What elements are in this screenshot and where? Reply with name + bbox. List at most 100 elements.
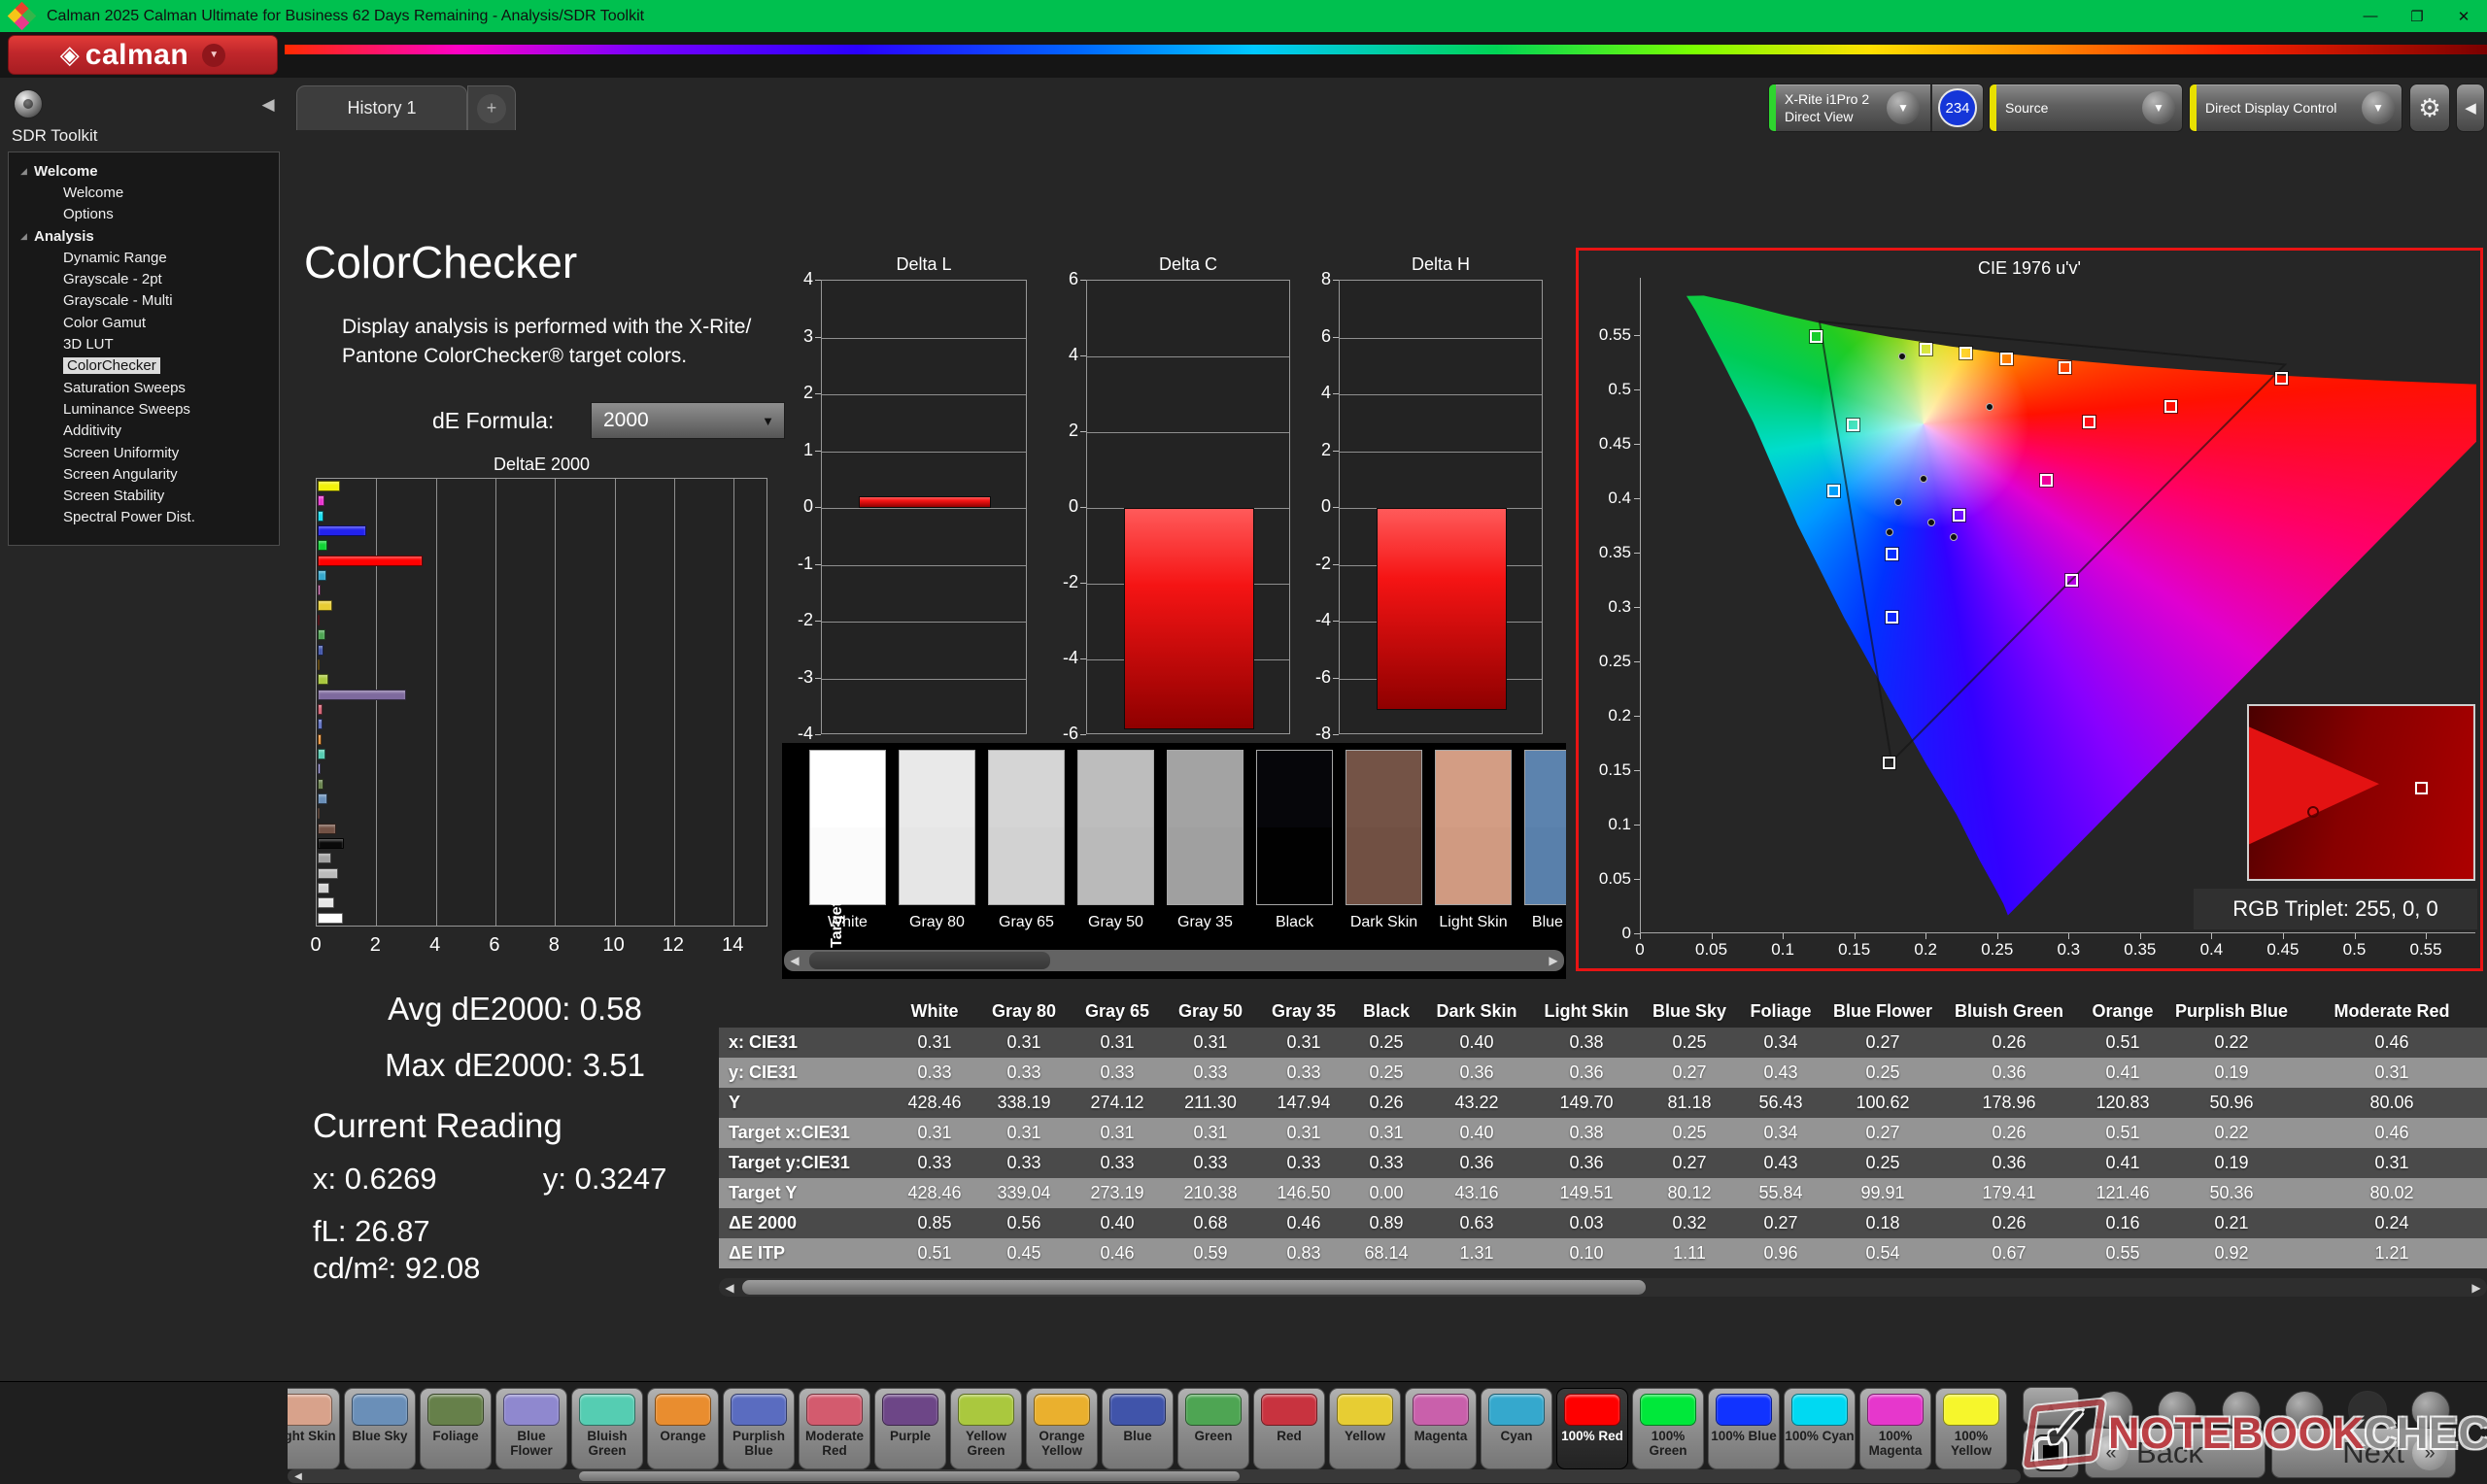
- gridline: [376, 479, 378, 926]
- patch-button-100-red[interactable]: 100% Red: [1556, 1388, 1628, 1469]
- tick-mark: [1634, 933, 1640, 934]
- meter-count-badge[interactable]: 234: [1938, 88, 1977, 127]
- gridline: [822, 337, 1026, 339]
- sidebar-item-colorchecker[interactable]: ColorChecker: [9, 355, 279, 377]
- back-button[interactable]: « Back: [2085, 1428, 2266, 1478]
- cie-x-tick-label: 0.05: [1695, 940, 1728, 959]
- patch-button-blue-sky[interactable]: Blue Sky: [344, 1388, 416, 1469]
- patch-button-blue[interactable]: Blue: [1102, 1388, 1174, 1469]
- scrollbar-thumb[interactable]: [809, 952, 1050, 969]
- patch-button-foliage[interactable]: Foliage: [420, 1388, 492, 1469]
- tick-mark: [1333, 393, 1339, 394]
- scroll-left-icon[interactable]: ◀: [784, 950, 805, 971]
- toolbar-round-button-2[interactable]: [2158, 1391, 2197, 1430]
- table-scrollbar[interactable]: ◀ ▶: [719, 1278, 2487, 1297]
- close-button[interactable]: ✕: [2440, 0, 2487, 32]
- tree-item-label: Screen Angularity: [63, 465, 178, 483]
- toolbar-round-button-3[interactable]: [2222, 1391, 2261, 1430]
- sidebar-collapse-icon[interactable]: ◀: [255, 93, 282, 117]
- swatch-white: [809, 750, 886, 905]
- patch-button-100-green[interactable]: 100% Green: [1632, 1388, 1704, 1469]
- maximize-button[interactable]: ❐: [2394, 0, 2440, 32]
- patch-button-blue-flower[interactable]: Blue Flower: [495, 1388, 567, 1469]
- row-label: y: CIE31: [729, 1062, 799, 1082]
- calman-logo-button[interactable]: ◈ calman ▼: [8, 35, 278, 75]
- minimize-button[interactable]: —: [2347, 0, 2394, 32]
- de-bar-100-green: [318, 540, 327, 552]
- patch-button-magenta[interactable]: Magenta: [1405, 1388, 1477, 1469]
- patch-button-100-blue[interactable]: 100% Blue: [1708, 1388, 1780, 1469]
- sidebar-item-dynamic-range[interactable]: Dynamic Range: [9, 247, 279, 268]
- table-cell: 210.38: [1183, 1183, 1238, 1202]
- de-formula-dropdown[interactable]: 2000 ▼: [591, 402, 785, 439]
- tree-collapse-icon[interactable]: ◢: [20, 166, 34, 177]
- table-cell: 0.33: [1286, 1062, 1321, 1082]
- patch-button-cyan[interactable]: Cyan: [1481, 1388, 1552, 1469]
- tab-history-1[interactable]: History 1: [296, 85, 467, 130]
- patch-button-orange[interactable]: Orange: [647, 1388, 719, 1469]
- next-button[interactable]: Next »: [2271, 1428, 2456, 1478]
- stop-measure-button[interactable]: [2023, 1428, 2079, 1478]
- scrollbar-thumb[interactable]: [579, 1471, 1240, 1481]
- scroll-left-icon[interactable]: ◀: [288, 1469, 309, 1483]
- scroll-right-icon[interactable]: ▶: [1543, 950, 1564, 971]
- collapse-up-button[interactable]: ▲: [2023, 1387, 2079, 1426]
- meter-dropdown[interactable]: X-Rite i1Pro 2 Direct View ▼ 234: [1768, 84, 1984, 132]
- toolbar-round-button-1[interactable]: [2095, 1391, 2133, 1430]
- patch-button-yellow[interactable]: Yellow: [1329, 1388, 1401, 1469]
- patch-button-purple[interactable]: Purple: [874, 1388, 946, 1469]
- patch-button-purplish-blue[interactable]: Purplish Blue: [723, 1388, 795, 1469]
- toolbar-round-button-4[interactable]: [2285, 1391, 2324, 1430]
- patch-button-moderate-red[interactable]: Moderate Red: [799, 1388, 870, 1469]
- table-cell: 0.46: [1286, 1213, 1321, 1232]
- sidebar-item-3d-lut[interactable]: 3D LUT: [9, 333, 279, 354]
- patch-strip-scrollbar[interactable]: ◀: [288, 1469, 2021, 1483]
- measured-dot-marker: [1885, 527, 1893, 536]
- patch-button-light-skin[interactable]: Light Skin: [288, 1388, 340, 1469]
- toolbar-round-button-5[interactable]: [2348, 1391, 2387, 1430]
- sidebar-item-additivity[interactable]: Additivity: [9, 421, 279, 442]
- calman-logo-text: calman: [85, 38, 189, 71]
- panel-collapse-button[interactable]: ◀: [2456, 84, 2485, 132]
- patch-button-green[interactable]: Green: [1177, 1388, 1249, 1469]
- display-control-dropdown[interactable]: Direct Display Control ▼: [2189, 84, 2402, 132]
- patch-button-red[interactable]: Red: [1253, 1388, 1325, 1469]
- add-tab-button[interactable]: +: [467, 85, 516, 130]
- actual-swatch: [1525, 751, 1566, 827]
- sidebar-item-screen-uniformity[interactable]: Screen Uniformity: [9, 442, 279, 463]
- settings-gear-button[interactable]: ⚙: [2409, 84, 2450, 132]
- scrollbar-thumb[interactable]: [742, 1280, 1646, 1295]
- sidebar-item-spectral-power-dist-[interactable]: Spectral Power Dist.: [9, 507, 279, 528]
- toolbar-round-button-6[interactable]: [2411, 1391, 2450, 1430]
- actual-swatch: [1257, 751, 1332, 827]
- logo-menu-caret-icon[interactable]: ▼: [202, 43, 226, 67]
- sidebar-item-options[interactable]: Options: [9, 204, 279, 225]
- patch-button-100-yellow[interactable]: 100% Yellow: [1935, 1388, 2007, 1469]
- tree-collapse-icon[interactable]: ◢: [20, 231, 34, 242]
- sidebar-item-color-gamut[interactable]: Color Gamut: [9, 312, 279, 333]
- patch-button-yellow-green[interactable]: Yellow Green: [950, 1388, 1022, 1469]
- patch-button-orange-yellow[interactable]: Orange Yellow: [1026, 1388, 1098, 1469]
- sidebar-item-grayscale-2pt[interactable]: Grayscale - 2pt: [9, 268, 279, 289]
- sidebar-item-screen-angularity[interactable]: Screen Angularity: [9, 463, 279, 485]
- sidebar-item-grayscale-multi[interactable]: Grayscale - Multi: [9, 290, 279, 312]
- sidebar-orb-button[interactable]: [14, 89, 43, 118]
- source-dropdown[interactable]: Source ▼: [1989, 84, 2183, 132]
- sidebar-item-welcome[interactable]: Welcome: [9, 182, 279, 203]
- sidebar-item-saturation-sweeps[interactable]: Saturation Sweeps: [9, 377, 279, 398]
- patch-button-100-magenta[interactable]: 100% Magenta: [1859, 1388, 1931, 1469]
- table-cell: 0.00: [1369, 1183, 1404, 1202]
- swatch-strip-scrollbar[interactable]: ◀ ▶: [784, 950, 1564, 971]
- patch-color-chip: [1943, 1394, 1999, 1426]
- avg-de-label: Avg dE2000:: [388, 991, 571, 1027]
- scroll-left-icon[interactable]: ◀: [719, 1278, 740, 1297]
- sidebar-item-screen-stability[interactable]: Screen Stability: [9, 485, 279, 506]
- sidebar-item-welcome[interactable]: ◢ Welcome: [9, 160, 279, 182]
- sidebar-item-luminance-sweeps[interactable]: Luminance Sweeps: [9, 398, 279, 420]
- patch-button-100-cyan[interactable]: 100% Cyan: [1784, 1388, 1856, 1469]
- scroll-right-icon[interactable]: ▶: [2466, 1278, 2487, 1297]
- gear-icon: ⚙: [2418, 92, 2441, 122]
- sidebar-item-analysis[interactable]: ◢ Analysis: [9, 225, 279, 247]
- patch-button-bluish-green[interactable]: Bluish Green: [571, 1388, 643, 1469]
- tick-mark: [2426, 933, 2428, 939]
